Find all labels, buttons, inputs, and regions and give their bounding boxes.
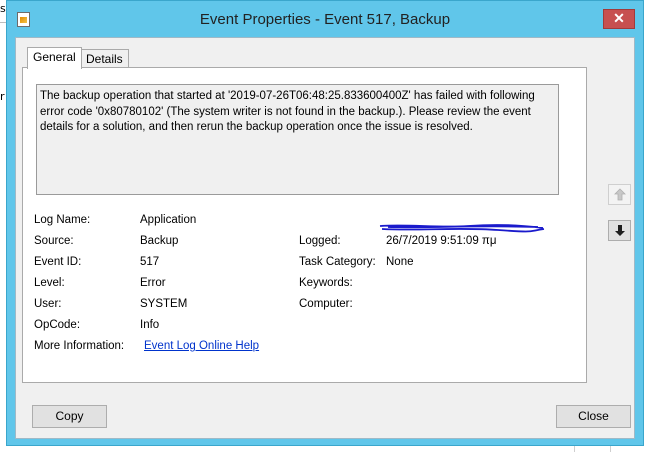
window-title: Event Properties - Event 517, Backup [199, 11, 451, 28]
source-value: Backup [140, 235, 179, 247]
tab-details[interactable]: Details [81, 49, 129, 69]
keywords-label: Keywords: [299, 277, 353, 289]
event-id-label: Event ID: [34, 256, 82, 268]
event-id-value: 517 [140, 256, 160, 268]
event-properties-dialog: Event Properties - Event 517, Backup ✕ G… [6, 0, 644, 446]
title-bar[interactable]: Event Properties - Event 517, Backup ✕ [7, 1, 643, 37]
event-description[interactable]: The backup operation that started at '20… [36, 84, 559, 195]
more-information-label: More Information: [34, 340, 125, 352]
level-label: Level: [34, 277, 65, 289]
source-label: Source: [34, 235, 74, 247]
tab-general[interactable]: General [27, 47, 82, 69]
logged-label: Logged: [299, 235, 341, 247]
user-label: User: [34, 298, 62, 310]
level-value: Error [140, 277, 166, 289]
opcode-value: Info [140, 319, 160, 331]
next-event-button[interactable] [608, 220, 631, 241]
window-close-button[interactable]: ✕ [603, 9, 635, 29]
close-button[interactable]: Close [556, 405, 631, 428]
log-name-label: Log Name: [34, 214, 91, 226]
arrow-up-icon [614, 188, 626, 201]
computer-name-redaction [379, 224, 545, 233]
task-category-label: Task Category: [299, 256, 376, 268]
previous-event-button[interactable] [608, 184, 631, 205]
background-text-fragment: s [0, 2, 6, 15]
dialog-client-area: General Details The backup operation tha… [15, 37, 635, 439]
user-value: SYSTEM [140, 298, 188, 310]
copy-button[interactable]: Copy [32, 405, 107, 428]
background-text-fragment: r [0, 90, 5, 103]
event-log-online-help-link[interactable]: Event Log Online Help [144, 340, 259, 352]
task-category-value: None [386, 256, 414, 268]
computer-label: Computer: [299, 298, 353, 310]
arrow-down-icon [615, 225, 625, 236]
log-name-value: Application [140, 214, 197, 226]
logged-value: 26/7/2019 9:51:09 πμ [386, 235, 497, 247]
opcode-label: OpCode: [34, 319, 81, 331]
